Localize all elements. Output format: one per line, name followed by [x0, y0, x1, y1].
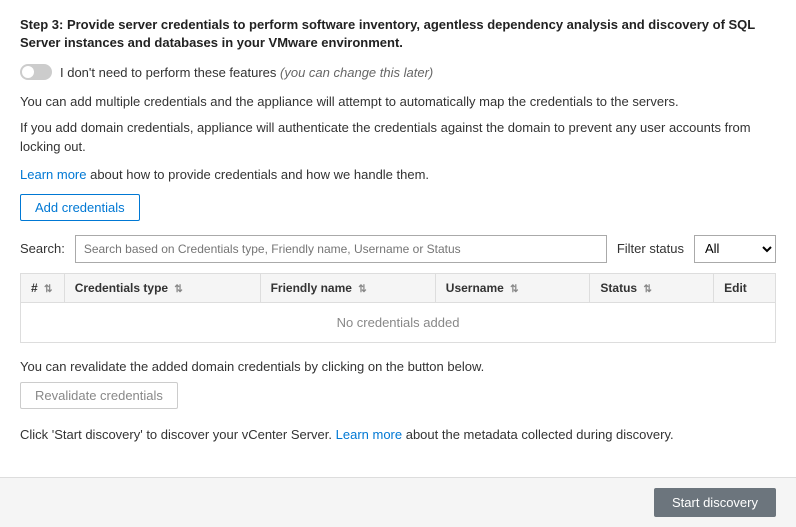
no-data-message: No credentials added — [21, 302, 776, 342]
toggle-switch[interactable] — [20, 64, 52, 80]
col-header-creds-type[interactable]: Credentials type ⇅ — [64, 273, 260, 302]
toggle-row: I don't need to perform these features (… — [20, 64, 776, 80]
col-header-friendly-name[interactable]: Friendly name ⇅ — [260, 273, 435, 302]
bottom-text: Click 'Start discovery' to discover your… — [20, 425, 776, 445]
revalidate-credentials-button[interactable]: Revalidate credentials — [20, 382, 178, 409]
bottom-learn-more-link[interactable]: Learn more — [336, 427, 402, 442]
start-discovery-button[interactable]: Start discovery — [654, 488, 776, 517]
bottom-text-suffix: about the metadata collected during disc… — [402, 427, 673, 442]
col-header-username[interactable]: Username ⇅ — [435, 273, 590, 302]
info-text-1: You can add multiple credentials and the… — [20, 92, 776, 112]
bottom-section: Click 'Start discovery' to discover your… — [20, 425, 776, 445]
col-header-status[interactable]: Status ⇅ — [590, 273, 714, 302]
main-container: Step 3: Provide server credentials to pe… — [0, 0, 796, 460]
search-input[interactable] — [75, 235, 607, 263]
learn-more-row: Learn more about how to provide credenti… — [20, 167, 776, 182]
learn-more-suffix: about how to provide credentials and how… — [86, 167, 429, 182]
info-text-2: If you add domain credentials, appliance… — [20, 118, 776, 157]
step-title: Step 3: Provide server credentials to pe… — [20, 16, 776, 52]
revalidate-section: You can revalidate the added domain cred… — [20, 359, 776, 409]
no-data-row: No credentials added — [21, 302, 776, 342]
credentials-table: # ⇅ Credentials type ⇅ Friendly name ⇅ U… — [20, 273, 776, 343]
footer-bar: Start discovery — [0, 477, 796, 527]
add-credentials-button[interactable]: Add credentials — [20, 194, 140, 221]
revalidate-text: You can revalidate the added domain cred… — [20, 359, 776, 374]
learn-more-link[interactable]: Learn more — [20, 167, 86, 182]
filter-status-label: Filter status — [617, 241, 684, 256]
col-header-hash[interactable]: # ⇅ — [21, 273, 65, 302]
bottom-text-prefix: Click 'Start discovery' to discover your… — [20, 427, 336, 442]
filter-status-select[interactable]: All Valid Invalid Pending — [694, 235, 776, 263]
search-filter-row: Search: Filter status All Valid Invalid … — [20, 235, 776, 263]
table-header: # ⇅ Credentials type ⇅ Friendly name ⇅ U… — [21, 273, 776, 302]
search-label: Search: — [20, 241, 65, 256]
toggle-label: I don't need to perform these features (… — [60, 65, 433, 80]
col-header-edit: Edit — [714, 273, 776, 302]
